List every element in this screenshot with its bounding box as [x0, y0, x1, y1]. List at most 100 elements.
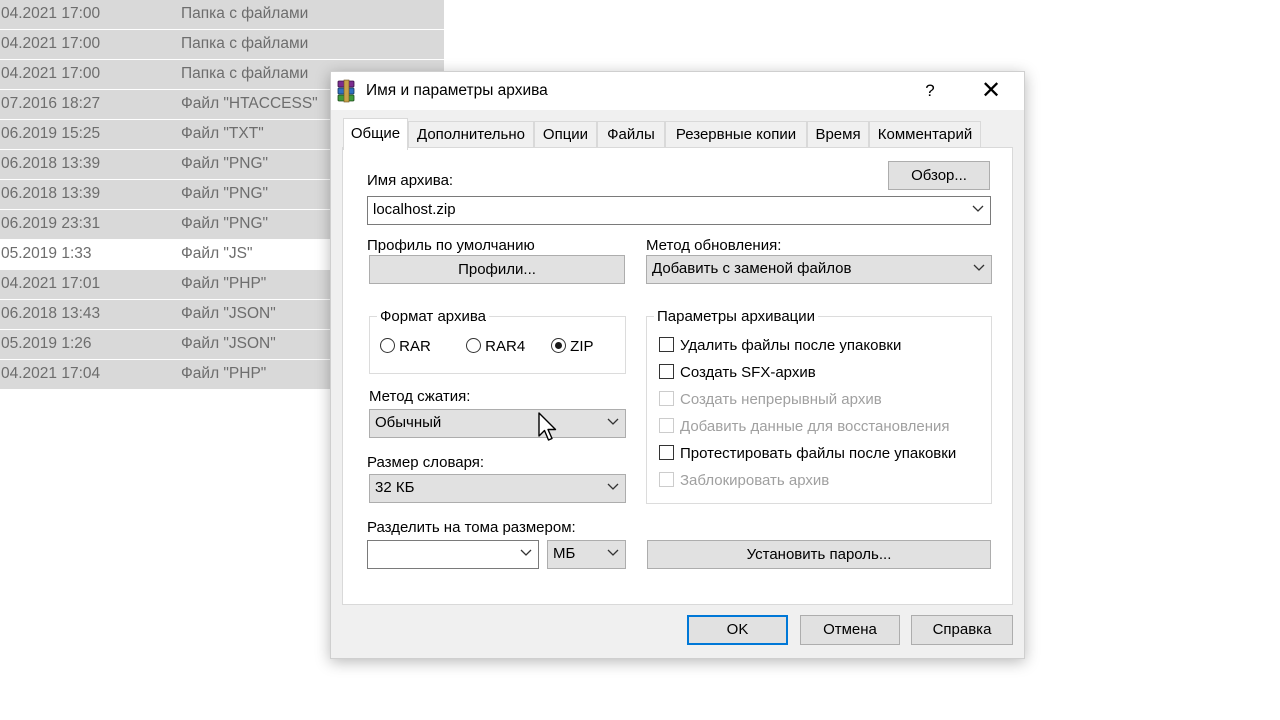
- checkbox-delete-files[interactable]: Удалить файлы после упаковки: [659, 337, 901, 354]
- checkbox-recovery-record: Добавить данные для восстановления: [659, 418, 950, 435]
- file-row[interactable]: 04.2021 17:00 Папка с файлами: [0, 30, 444, 60]
- checkbox-label: Удалить файлы после упаковки: [680, 337, 902, 354]
- checkbox-box: [659, 418, 674, 433]
- radio-rar4[interactable]: RAR4: [466, 338, 525, 355]
- file-date: 04.2021 17:00: [1, 35, 101, 52]
- checkbox-solid-archive: Создать непрерывный архив: [659, 391, 882, 408]
- file-date: 04.2021 17:04: [1, 365, 101, 382]
- checkbox-box: [659, 364, 674, 379]
- radio-rar4-label: RAR4: [485, 338, 526, 355]
- file-date: 06.2018 13:39: [1, 185, 101, 202]
- compression-method-select[interactable]: Обычный: [369, 409, 626, 438]
- checkbox-box: [659, 391, 674, 406]
- help-footer-button[interactable]: Справка: [911, 615, 1013, 645]
- chevron-down-icon: [520, 549, 532, 556]
- tab-general[interactable]: Общие: [343, 118, 408, 150]
- dictionary-size-select[interactable]: 32 КБ: [369, 474, 626, 503]
- file-type: Файл "PNG": [181, 185, 269, 202]
- browse-button[interactable]: Обзор...: [888, 161, 990, 190]
- file-date: 07.2016 18:27: [1, 95, 101, 112]
- checkbox-box: [659, 337, 674, 352]
- file-type: Файл "PNG": [181, 215, 269, 232]
- ok-button[interactable]: OK: [687, 615, 788, 645]
- checkbox-label: Протестировать файлы после упаковки: [680, 445, 957, 462]
- archive-dialog: Имя и параметры архива ? ✕ Общие Дополни…: [330, 71, 1025, 659]
- file-date: 04.2021 17:00: [1, 5, 101, 22]
- tab-panel-general: Имя архива: Обзор... localhost.zip Профи…: [342, 147, 1013, 605]
- checkbox-label: Добавить данные для восстановления: [680, 418, 950, 435]
- split-unit-value: МБ: [553, 545, 576, 562]
- file-type: Файл "PNG": [181, 155, 269, 172]
- dictionary-size-value: 32 КБ: [375, 479, 415, 496]
- profiles-button[interactable]: Профили...: [369, 255, 625, 284]
- file-type: Файл "JSON": [181, 335, 276, 352]
- file-type: Папка с файлами: [181, 5, 309, 22]
- checkbox-box: [659, 472, 674, 487]
- file-date: 05.2019 1:33: [1, 245, 92, 262]
- file-date: 05.2019 1:26: [1, 335, 92, 352]
- file-date: 06.2019 15:25: [1, 125, 101, 142]
- checkbox-create-sfx[interactable]: Создать SFX-архив: [659, 364, 816, 381]
- chevron-down-icon: [973, 264, 985, 271]
- radio-circle: [466, 338, 481, 353]
- checkbox-label: Создать SFX-архив: [680, 364, 816, 381]
- archive-format-label: Формат архива: [377, 308, 489, 325]
- mouse-cursor-icon: [538, 412, 557, 441]
- file-type: Папка с файлами: [181, 35, 309, 52]
- dialog-title: Имя и параметры архива: [366, 82, 548, 99]
- split-unit-select[interactable]: МБ: [547, 540, 626, 569]
- tab-time[interactable]: Время: [807, 121, 869, 148]
- default-profile-label: Профиль по умолчанию: [367, 237, 535, 254]
- chevron-down-icon: [607, 549, 619, 556]
- chevron-down-icon: [607, 418, 619, 425]
- chevron-down-icon: [607, 483, 619, 490]
- archive-name-value: localhost.zip: [373, 201, 456, 218]
- tab-files[interactable]: Файлы: [597, 121, 665, 148]
- winrar-books-icon: [336, 79, 358, 103]
- file-type: Файл "HTACCESS": [181, 95, 318, 112]
- tab-advanced[interactable]: Дополнительно: [408, 121, 534, 148]
- tab-backup[interactable]: Резервные копии: [665, 121, 807, 148]
- tab-comment[interactable]: Комментарий: [869, 121, 981, 148]
- close-button[interactable]: ✕: [975, 77, 1007, 105]
- help-button[interactable]: ?: [910, 78, 950, 104]
- title-bar[interactable]: Имя и параметры архива ? ✕: [331, 72, 1024, 110]
- file-date: 06.2018 13:43: [1, 305, 101, 322]
- archive-name-label: Имя архива:: [367, 172, 454, 189]
- set-password-button[interactable]: Установить пароль...: [647, 540, 991, 569]
- file-type: Файл "JS": [181, 245, 253, 262]
- file-type: Файл "PHP": [181, 365, 267, 382]
- file-date: 04.2021 17:01: [1, 275, 101, 292]
- file-type: Файл "TXT": [181, 125, 264, 142]
- file-type: Файл "JSON": [181, 305, 276, 322]
- checkbox-lock-archive: Заблокировать архив: [659, 472, 829, 489]
- file-type: Папка с файлами: [181, 65, 309, 82]
- checkbox-label: Создать непрерывный архив: [680, 391, 882, 408]
- cancel-button[interactable]: Отмена: [800, 615, 900, 645]
- update-method-value: Добавить с заменой файлов: [652, 260, 852, 277]
- tab-options[interactable]: Опции: [534, 121, 597, 148]
- radio-zip[interactable]: ZIP: [551, 338, 594, 355]
- file-date: 06.2018 13:39: [1, 155, 101, 172]
- archive-name-combo[interactable]: localhost.zip: [367, 196, 991, 225]
- chevron-down-icon: [972, 205, 984, 212]
- file-row[interactable]: 04.2021 17:00 Папка с файлами: [0, 0, 444, 30]
- radio-rar-label: RAR: [399, 338, 431, 355]
- compression-method-label: Метод сжатия:: [369, 388, 471, 405]
- checkbox-box: [659, 445, 674, 460]
- update-method-label: Метод обновления:: [646, 237, 782, 254]
- split-volumes-combo[interactable]: [367, 540, 539, 569]
- compression-method-value: Обычный: [375, 414, 442, 431]
- file-date: 04.2021 17:00: [1, 65, 101, 82]
- checkbox-test-files[interactable]: Протестировать файлы после упаковки: [659, 445, 956, 462]
- update-method-select[interactable]: Добавить с заменой файлов: [646, 255, 992, 284]
- split-volumes-label: Разделить на тома размером:: [367, 519, 576, 536]
- archive-options-label: Параметры архивации: [654, 308, 819, 325]
- checkbox-label: Заблокировать архив: [680, 472, 830, 489]
- radio-rar[interactable]: RAR: [380, 338, 431, 355]
- radio-circle-selected: [551, 338, 566, 353]
- radio-circle: [380, 338, 395, 353]
- file-date: 06.2019 23:31: [1, 215, 101, 232]
- file-type: Файл "PHP": [181, 275, 267, 292]
- dictionary-size-label: Размер словаря:: [367, 454, 485, 471]
